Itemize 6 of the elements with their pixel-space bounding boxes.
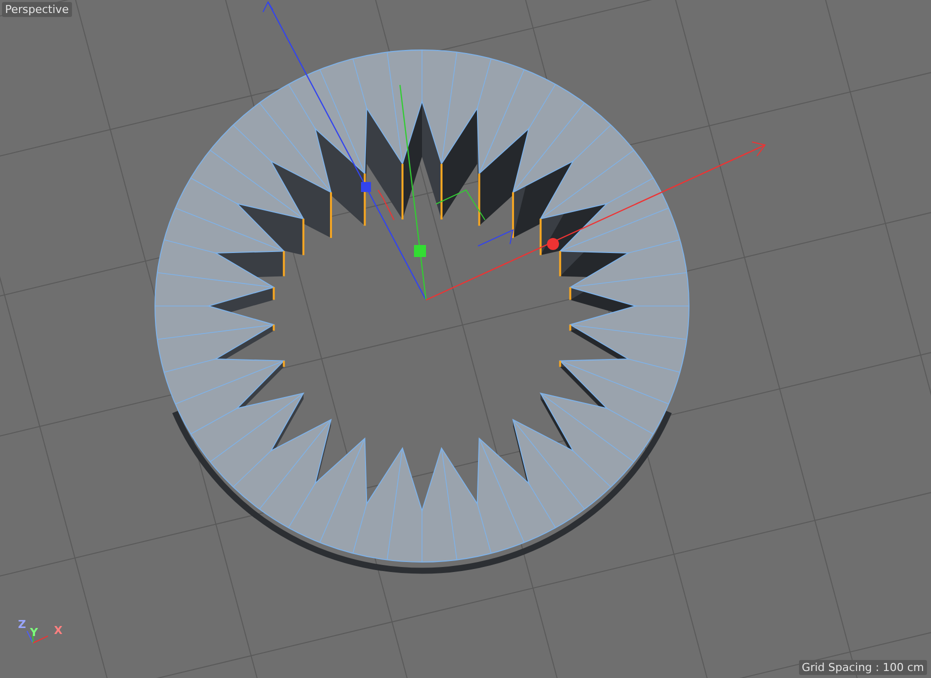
axis-label: Z xyxy=(18,618,26,631)
axis-manipulator-drawing[interactable] xyxy=(262,0,766,301)
grid-spacing-label: Grid Spacing : 100 cm xyxy=(798,660,927,675)
axis-label: Y xyxy=(30,626,38,639)
viewport-title[interactable]: Perspective xyxy=(2,2,72,17)
axis-label: X xyxy=(54,624,62,637)
